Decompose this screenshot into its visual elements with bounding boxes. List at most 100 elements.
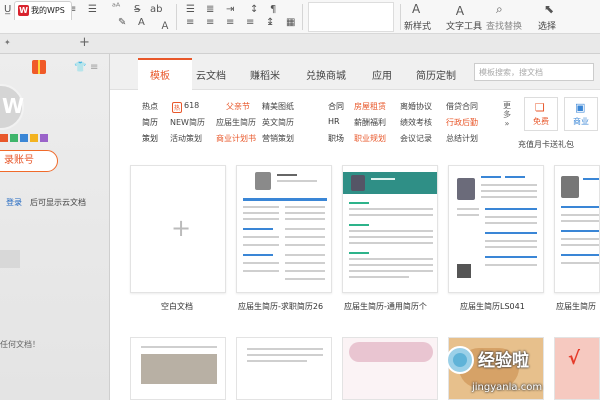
list-icon[interactable]: ☰ <box>88 4 97 15</box>
template-card[interactable] <box>554 165 600 293</box>
nav-earn-rice[interactable]: 赚稻米 <box>250 67 280 82</box>
nav-exchange-mall[interactable]: 兑换商城 <box>306 67 346 82</box>
qr-code <box>457 264 471 278</box>
category-head: 热点 <box>142 102 158 111</box>
free-promo[interactable]: ❏ 免费 <box>524 97 558 131</box>
login-tip: 后可显示云文档 <box>30 198 86 207</box>
align-right-icon[interactable]: ≡ <box>226 17 234 28</box>
text-effect-icon[interactable]: ab <box>150 4 162 15</box>
category-head: 策划 <box>142 134 158 143</box>
template-card[interactable] <box>236 337 332 400</box>
add-icon: + <box>171 214 192 242</box>
template-caption[interactable]: 应届生简历 <box>556 301 596 312</box>
category-item[interactable]: 活动策划 <box>170 133 202 144</box>
template-caption[interactable]: 应届生简历-通用简历个 <box>344 301 427 312</box>
numbering-icon[interactable]: ≣ <box>206 4 214 15</box>
new-tab-icon[interactable]: + <box>79 35 90 50</box>
justify-icon[interactable]: ≡ <box>246 17 254 28</box>
wps-logo-icon: W <box>18 5 29 16</box>
menu-icon[interactable]: ≡ <box>90 62 98 73</box>
template-card[interactable] <box>130 337 226 400</box>
template-card[interactable] <box>236 165 332 293</box>
category-head: 合同 <box>328 102 344 111</box>
align-left-icon[interactable]: ≡ <box>186 17 194 28</box>
category-item[interactable]: 应届生简历 <box>216 117 256 128</box>
category-item[interactable]: 离婚协议 <box>400 101 432 112</box>
category-item[interactable]: 营销策划 <box>262 133 294 144</box>
nav-cloud-docs[interactable]: 云文档 <box>196 67 226 82</box>
watermark-url: jingyanla.com <box>472 382 543 393</box>
promo-caption[interactable]: 充值月卡送礼包 <box>518 139 574 150</box>
category-item[interactable]: 借贷合同 <box>446 101 478 112</box>
line-spacing-icon[interactable]: ↨ <box>266 17 274 28</box>
find-replace-icon: ⌕ <box>496 2 503 16</box>
text-tools-button[interactable]: 文字工具 <box>446 19 482 32</box>
resume-photo <box>457 178 475 200</box>
sort-icon[interactable]: ↕ <box>250 4 258 15</box>
new-style-button[interactable]: 新样式 <box>404 19 431 32</box>
category-item[interactable]: 会议记录 <box>400 133 432 144</box>
more-categories-button[interactable]: 更多» <box>500 101 514 137</box>
indent-icon[interactable]: ⇥ <box>226 4 234 15</box>
ribbon-toolbar: U̲ ▾ ✎ A ≡ ☰ ᵃᴬ S̶ ab ✎ A Ａ ☰ ≣ ⇥ ↕ ¶ ≡ … <box>0 0 600 34</box>
category-item[interactable]: 英文简历 <box>262 117 294 128</box>
tab-my-wps[interactable]: W 我的WPS <box>14 1 72 20</box>
category-head: 职场 <box>328 134 344 143</box>
free-label: 免费 <box>533 117 549 126</box>
template-card[interactable] <box>342 165 438 293</box>
business-promo[interactable]: ▣ 商业 <box>564 97 598 131</box>
category-item[interactable]: 总结计划 <box>446 133 478 144</box>
resume-photo <box>351 175 365 191</box>
template-search-input[interactable]: 模板搜索，搜文档 <box>474 63 594 81</box>
site-watermark: 经验啦 √ jingyanla.com <box>446 346 598 400</box>
category-item[interactable]: 精美图纸 <box>262 101 294 112</box>
template-card[interactable] <box>342 337 438 400</box>
skin-icon[interactable]: 👕 <box>74 62 86 73</box>
template-caption[interactable]: 空白文档 <box>161 301 193 312</box>
login-account-button[interactable]: 录账号 <box>0 150 58 172</box>
style-gallery[interactable] <box>308 2 394 32</box>
service-icons <box>0 134 60 142</box>
select-button[interactable]: 选择 <box>538 19 556 32</box>
paragraph-icon[interactable]: ¶ <box>270 4 276 15</box>
resume-photo <box>255 172 271 190</box>
category-item[interactable]: 行政后勤 <box>446 117 478 128</box>
blank-template-card[interactable]: + <box>130 165 226 293</box>
nav-apps[interactable]: 应用 <box>372 67 392 82</box>
find-replace-button[interactable]: 查找替换 <box>486 19 522 32</box>
watermark-logo-icon <box>446 346 474 374</box>
thumbnail-image <box>141 354 217 384</box>
category-item[interactable]: 房屋租赁 <box>354 101 386 112</box>
business-icon: ▣ <box>575 101 586 114</box>
category-item[interactable]: 618 <box>184 101 199 110</box>
pin-icon[interactable]: ✦ <box>4 38 11 47</box>
category-item[interactable]: 绩效考核 <box>400 117 432 128</box>
login-link[interactable]: 登录 <box>6 197 22 208</box>
template-caption[interactable]: 应届生简历LS041 <box>460 301 525 312</box>
font-size-icon[interactable]: ᵃᴬ <box>112 2 120 13</box>
gift-icon[interactable] <box>32 60 46 74</box>
category-item[interactable]: 薪酬福利 <box>354 117 386 128</box>
avatar[interactable]: W <box>0 84 24 130</box>
bullets-icon[interactable]: ☰ <box>186 4 195 15</box>
nav-templates[interactable]: 模板 <box>150 67 170 82</box>
category-head: 简历 <box>142 118 158 127</box>
border-icon[interactable]: ▦ <box>286 17 295 28</box>
watermark-title: 经验啦 <box>478 351 529 371</box>
font-color-icon[interactable]: A <box>138 17 145 28</box>
align-center-icon[interactable]: ≡ <box>206 17 214 28</box>
template-card[interactable] <box>448 165 544 293</box>
nav-resume-custom[interactable]: 简历定制 <box>416 67 456 82</box>
template-caption[interactable]: 应届生简历-求职简历26 <box>238 301 323 312</box>
category-item[interactable]: 商业计划书 <box>216 133 256 144</box>
strikethrough-icon[interactable]: S̶ <box>134 4 140 15</box>
shading-icon[interactable]: Ａ <box>160 17 170 32</box>
category-item[interactable]: 职业规划 <box>354 133 386 144</box>
more-label: 更多 <box>503 101 511 119</box>
folder-icon <box>0 250 20 268</box>
highlight-icon[interactable]: ✎ <box>118 17 126 28</box>
category-item[interactable]: NEW简历 <box>170 117 205 128</box>
select-icon: ⬉ <box>544 2 555 16</box>
category-item[interactable]: 父亲节 <box>226 101 250 112</box>
underline-icon[interactable]: U̲ <box>4 4 11 15</box>
